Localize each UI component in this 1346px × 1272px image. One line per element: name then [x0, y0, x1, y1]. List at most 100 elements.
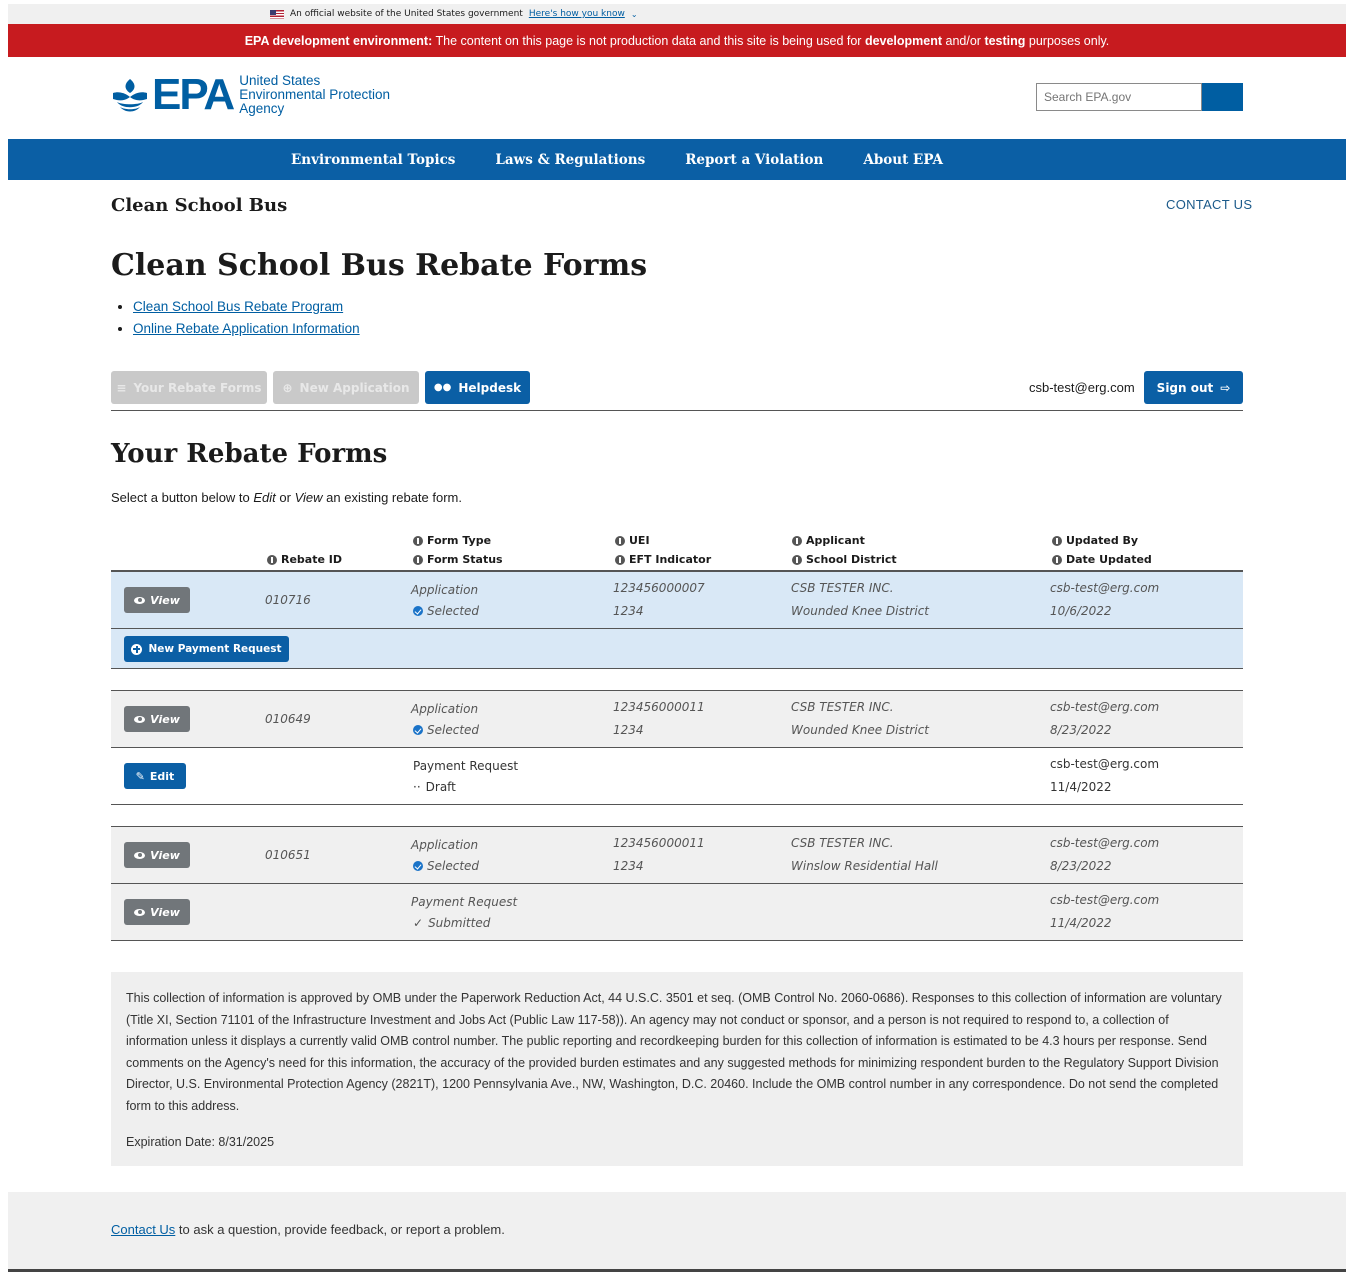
- intro-view: View: [294, 490, 323, 505]
- expiration-date: Expiration Date: 8/31/2025: [126, 1134, 275, 1149]
- view-button[interactable]: View: [124, 706, 190, 732]
- applicant: CSB TESTER INC.: [791, 581, 894, 595]
- info-icon[interactable]: [267, 554, 277, 565]
- logo-line: Environmental Protection: [239, 87, 391, 102]
- intro-edit: Edit: [253, 490, 276, 505]
- button-label: View: [150, 905, 180, 919]
- view-button[interactable]: View: [124, 842, 190, 868]
- form-type: Application: [411, 838, 479, 852]
- uei: 123456000007: [613, 581, 705, 595]
- th-eft: EFT Indicator: [615, 553, 711, 566]
- form-type: Application: [411, 583, 479, 597]
- contact-us-link[interactable]: CONTACT US: [1166, 197, 1252, 212]
- eye-icon: [134, 908, 146, 916]
- view-button[interactable]: View: [124, 587, 190, 613]
- list-item: Online Rebate Application Information: [118, 321, 360, 336]
- user-email: csb-test@erg.com: [1029, 380, 1135, 395]
- th-form-status: Form Status: [413, 553, 503, 566]
- new-application-button[interactable]: ⊕ New Application: [273, 371, 419, 404]
- intro-fragment: Select a button below to: [111, 490, 254, 505]
- epa-flower-icon: [113, 79, 147, 112]
- info-icon[interactable]: [413, 535, 423, 546]
- button-label: View: [150, 712, 180, 726]
- updated-by: csb-test@erg.com: [1050, 581, 1160, 595]
- header-label: Rebate ID: [281, 553, 342, 566]
- date-updated: 10/6/2022: [1050, 604, 1112, 618]
- plus-circle-icon: [131, 643, 143, 655]
- view-button[interactable]: View: [124, 899, 190, 925]
- us-flag-icon: [270, 9, 284, 19]
- heres-how-you-know-link[interactable]: Here's how you know: [529, 9, 625, 19]
- button-label: New Payment Request: [148, 643, 282, 655]
- button-label: Sign out: [1156, 380, 1214, 395]
- school-district: Wounded Knee District: [791, 604, 930, 618]
- intro-fragment: or: [275, 490, 295, 505]
- new-payment-request-button[interactable]: New Payment Request: [124, 636, 289, 662]
- edit-button[interactable]: ✎ Edit: [124, 763, 186, 789]
- nav-report-violation[interactable]: Report a Violation: [685, 152, 823, 168]
- button-label: Helpdesk: [458, 380, 522, 395]
- updated-by: csb-test@erg.com: [1050, 836, 1160, 850]
- draft-icon: ··: [413, 780, 421, 794]
- table-row: View 010649 Application Selected 1234560…: [111, 691, 1243, 748]
- page-title: Clean School Bus Rebate Forms: [111, 248, 648, 283]
- updated-by: csb-test@erg.com: [1050, 700, 1160, 714]
- chevron-down-icon[interactable]: ⌄: [631, 10, 638, 19]
- info-icon[interactable]: [792, 554, 802, 565]
- form-type: Application: [411, 702, 479, 716]
- helpdesk-button[interactable]: ●● Helpdesk: [425, 371, 530, 404]
- footer: Contact Us to ask a question, provide fe…: [8, 1192, 1346, 1272]
- info-icon[interactable]: [615, 535, 625, 546]
- button-label: New Application: [299, 380, 410, 395]
- table-row: View 010651 Application Selected 1234560…: [111, 827, 1243, 884]
- footer-contact-us-link[interactable]: Contact Us: [111, 1222, 175, 1237]
- info-icon[interactable]: [413, 554, 423, 565]
- form-status: Draft: [425, 780, 456, 794]
- th-rebate-id: Rebate ID: [267, 553, 342, 566]
- form-status: Selected: [427, 604, 480, 618]
- info-icon[interactable]: [615, 554, 625, 565]
- section-title: Your Rebate Forms: [111, 439, 388, 469]
- table-header: Rebate ID Form Type Form Status UEI EFT …: [111, 527, 1243, 572]
- button-label: View: [150, 848, 180, 862]
- online-rebate-info-link[interactable]: Online Rebate Application Information: [133, 321, 360, 336]
- th-uei: UEI: [615, 534, 650, 547]
- search-button[interactable]: [1202, 83, 1243, 111]
- applicant: CSB TESTER INC.: [791, 836, 894, 850]
- rebate-program-link[interactable]: Clean School Bus Rebate Program: [133, 299, 343, 314]
- form-type: Payment Request: [413, 759, 519, 773]
- info-icon[interactable]: [792, 535, 802, 546]
- table-row: ✎ Edit Payment Request ·· Draft csb-test@e…: [111, 748, 1243, 805]
- school-district: Wounded Knee District: [791, 723, 930, 737]
- header-label: Updated By: [1066, 534, 1139, 547]
- button-label: Edit: [149, 769, 175, 783]
- site-title[interactable]: Clean School Bus: [111, 195, 287, 216]
- table-row-actions: New Payment Request: [111, 629, 1243, 669]
- checkmark-icon: ✓: [413, 916, 424, 930]
- sign-out-button[interactable]: Sign out ⇨: [1144, 371, 1243, 404]
- epa-logo[interactable]: EPA United States Environmental Protecti…: [111, 73, 390, 117]
- main-nav: Environmental Topics Laws & Regulations …: [8, 139, 1346, 180]
- logo-agency-name: United States Environmental Protection A…: [239, 74, 390, 116]
- nav-environmental-topics[interactable]: Environmental Topics: [291, 152, 455, 168]
- eye-icon: [134, 715, 146, 723]
- nav-about-epa[interactable]: About EPA: [863, 152, 943, 168]
- header-label: School District: [806, 553, 897, 566]
- page: An official website of the United States…: [8, 4, 1346, 1272]
- footer-message: to ask a question, provide feedback, or …: [175, 1222, 505, 1237]
- your-rebate-forms-button[interactable]: ≡ Your Rebate Forms: [111, 371, 267, 404]
- uei: 123456000011: [613, 836, 705, 850]
- row-spacer: [111, 669, 1243, 691]
- info-icon[interactable]: [1052, 554, 1062, 565]
- rebate-id: 010649: [265, 712, 311, 726]
- info-icon[interactable]: [1052, 535, 1062, 546]
- search-input[interactable]: [1036, 83, 1202, 111]
- row-spacer: [111, 805, 1243, 827]
- th-date-updated: Date Updated: [1052, 553, 1152, 566]
- logo-line: Agency: [239, 101, 285, 116]
- form-type: Payment Request: [411, 895, 518, 909]
- nav-laws-regulations[interactable]: Laws & Regulations: [495, 152, 645, 168]
- eft-indicator: 1234: [613, 859, 644, 873]
- people-icon: ●●: [433, 382, 452, 393]
- dev-banner-text: The content on this page is not producti…: [432, 33, 865, 48]
